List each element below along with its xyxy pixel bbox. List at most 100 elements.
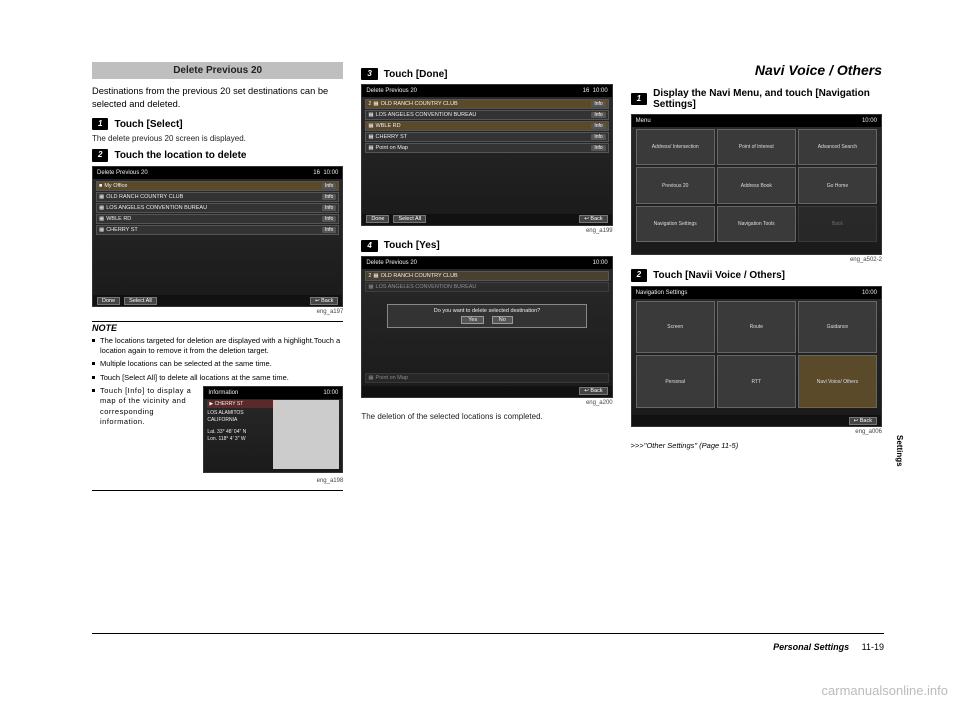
menu-item: Back xyxy=(798,206,877,242)
back-button: ↩ Back xyxy=(579,215,607,223)
list-item: LOS ANGELES CONVENTION BUREAU xyxy=(106,205,207,211)
city: LOS ALAMITOS CALIFORNIA xyxy=(207,410,273,423)
step-2: 2 Touch the location to delete xyxy=(92,149,343,161)
page-footer: Personal Settings 11-19 xyxy=(773,642,884,652)
list-item: CHERRY ST xyxy=(106,227,138,233)
menu-item: Personal xyxy=(636,355,715,408)
step-label: Display the Navi Menu, and touch [Naviga… xyxy=(653,88,882,110)
chapter-name: Personal Settings xyxy=(773,642,849,652)
step-label: Touch [Navii Voice / Others] xyxy=(653,270,785,281)
step-badge: 1 xyxy=(92,118,108,130)
section-header: Delete Previous 20 xyxy=(92,62,343,79)
step-label: Touch the location to delete xyxy=(114,150,246,161)
column-2: 3 Touch [Done] Delete Previous 20 16 10:… xyxy=(361,62,612,642)
figure-caption: eng_a199 xyxy=(361,228,612,234)
clock: 10:00 xyxy=(593,88,608,94)
step-3: 3 Touch [Done] xyxy=(361,68,612,80)
info-button: Info xyxy=(322,205,336,211)
note-header: NOTE xyxy=(92,321,343,333)
page-content: Delete Previous 20 Destinations from the… xyxy=(92,62,882,642)
step-label: Touch [Select] xyxy=(114,119,182,130)
figure-caption: eng_a197 xyxy=(92,309,343,315)
menu-item: Address/ Intersection xyxy=(636,129,715,165)
list-item: OLD RANCH COUNTRY CLUB xyxy=(106,194,183,200)
note-text: Touch [Info] to display a map of the vic… xyxy=(100,386,197,428)
note-item: The locations targeted for deletion are … xyxy=(92,336,343,356)
note-item: Touch [Select All] to delete all locatio… xyxy=(92,373,343,383)
menu-item: Navigation Settings xyxy=(636,206,715,242)
screen-title: Delete Previous 20 xyxy=(366,88,417,94)
menu-item: Navi Voice/ Others xyxy=(798,355,877,408)
menu-item: Route xyxy=(717,301,796,354)
screen-title: Menu xyxy=(636,118,651,124)
clock: 10:00 xyxy=(862,290,877,296)
select-all-button: Select All xyxy=(124,297,157,305)
step-2: 2 Touch [Navii Voice / Others] xyxy=(631,269,882,281)
list-item: Point on Map xyxy=(376,375,408,381)
step-badge: 3 xyxy=(361,68,377,80)
column-1: Delete Previous 20 Destinations from the… xyxy=(92,62,343,642)
info-button: Info xyxy=(591,112,605,118)
list-item: LOS ANGELES CONVENTION BUREAU xyxy=(376,112,477,118)
list-item: OLD RANCH COUNTRY CLUB xyxy=(381,273,458,279)
info-button: Info xyxy=(322,194,336,200)
clock: 10:00 xyxy=(323,170,338,176)
done-button: Done xyxy=(97,297,120,305)
menu-item: Go Home xyxy=(798,167,877,203)
list-item: LOS ANGELES CONVENTION BUREAU xyxy=(376,284,477,290)
screen-title: Delete Previous 20 xyxy=(97,170,148,176)
clock: 10:00 xyxy=(862,118,877,124)
step-badge: 1 xyxy=(631,93,647,105)
screen-title: Delete Previous 20 xyxy=(366,260,417,266)
back-label: Back xyxy=(860,418,872,424)
menu-item: Address Book xyxy=(717,167,796,203)
clock: 10:00 xyxy=(323,389,338,397)
menu-item: Screen xyxy=(636,301,715,354)
list-item: Point on Map xyxy=(376,145,408,151)
column-3: Navi Voice / Others 1 Display the Navi M… xyxy=(631,62,882,642)
figure-caption: eng_a502-2 xyxy=(631,257,882,263)
note-list: The locations targeted for deletion are … xyxy=(92,336,343,475)
rule xyxy=(92,490,343,491)
lon: Lon. 118° 4' 3" W xyxy=(207,436,273,443)
end-text: The deletion of the selected locations i… xyxy=(361,412,612,421)
ref-text: "Other Settings" (Page 11-5) xyxy=(644,441,738,450)
info-button: Info xyxy=(322,183,336,189)
yes-button: Yes xyxy=(461,316,484,324)
back-button: ↩ Back xyxy=(579,387,607,395)
note-item: Touch [Info] to display a map of the vic… xyxy=(92,386,343,476)
back-label: Back xyxy=(590,216,602,222)
figure-caption: eng_a198 xyxy=(92,478,343,484)
step-label: Touch [Yes] xyxy=(384,240,440,251)
count: 16 xyxy=(583,88,590,94)
dest-name: CHERRY ST xyxy=(215,401,244,407)
menu-item: Guidance xyxy=(798,301,877,354)
screenshot-confirm: Delete Previous 20 10:00 2▦OLD RANCH COU… xyxy=(361,256,612,397)
no-button: No xyxy=(492,316,513,324)
screenshot-done: Delete Previous 20 16 10:00 2▦OLD RANCH … xyxy=(361,84,612,225)
list-item: WBLE RD xyxy=(106,216,131,222)
list-item: OLD RANCH COUNTRY CLUB xyxy=(381,101,458,107)
screen-title: Information xyxy=(208,389,238,397)
watermark: carmanualsonline.info xyxy=(822,683,948,698)
step-subtext: The delete previous 20 screen is display… xyxy=(92,134,343,143)
intro-text: Destinations from the previous 20 set de… xyxy=(92,85,343,110)
note-item: Multiple locations can be selected at th… xyxy=(92,359,343,369)
back-label: Back xyxy=(590,388,602,394)
back-label: Back xyxy=(321,298,333,304)
list-item: CHERRY ST xyxy=(376,134,408,140)
clock: 10:00 xyxy=(593,260,608,266)
cross-reference: >>>"Other Settings" (Page 11-5) xyxy=(631,441,882,450)
footer-rule xyxy=(92,633,884,634)
info-button: Info xyxy=(591,123,605,129)
step-1: 1 Touch [Select] xyxy=(92,118,343,130)
list-item: WBLE RD xyxy=(376,123,401,129)
info-button: Info xyxy=(591,145,605,151)
menu-item: Point of Interest xyxy=(717,129,796,165)
menu-item: RTT xyxy=(717,355,796,408)
step-1: 1 Display the Navi Menu, and touch [Navi… xyxy=(631,88,882,110)
select-all-button: Select All xyxy=(393,215,426,223)
info-button: Info xyxy=(322,216,336,222)
step-badge: 4 xyxy=(361,240,377,252)
section-title: Navi Voice / Others xyxy=(631,62,882,78)
